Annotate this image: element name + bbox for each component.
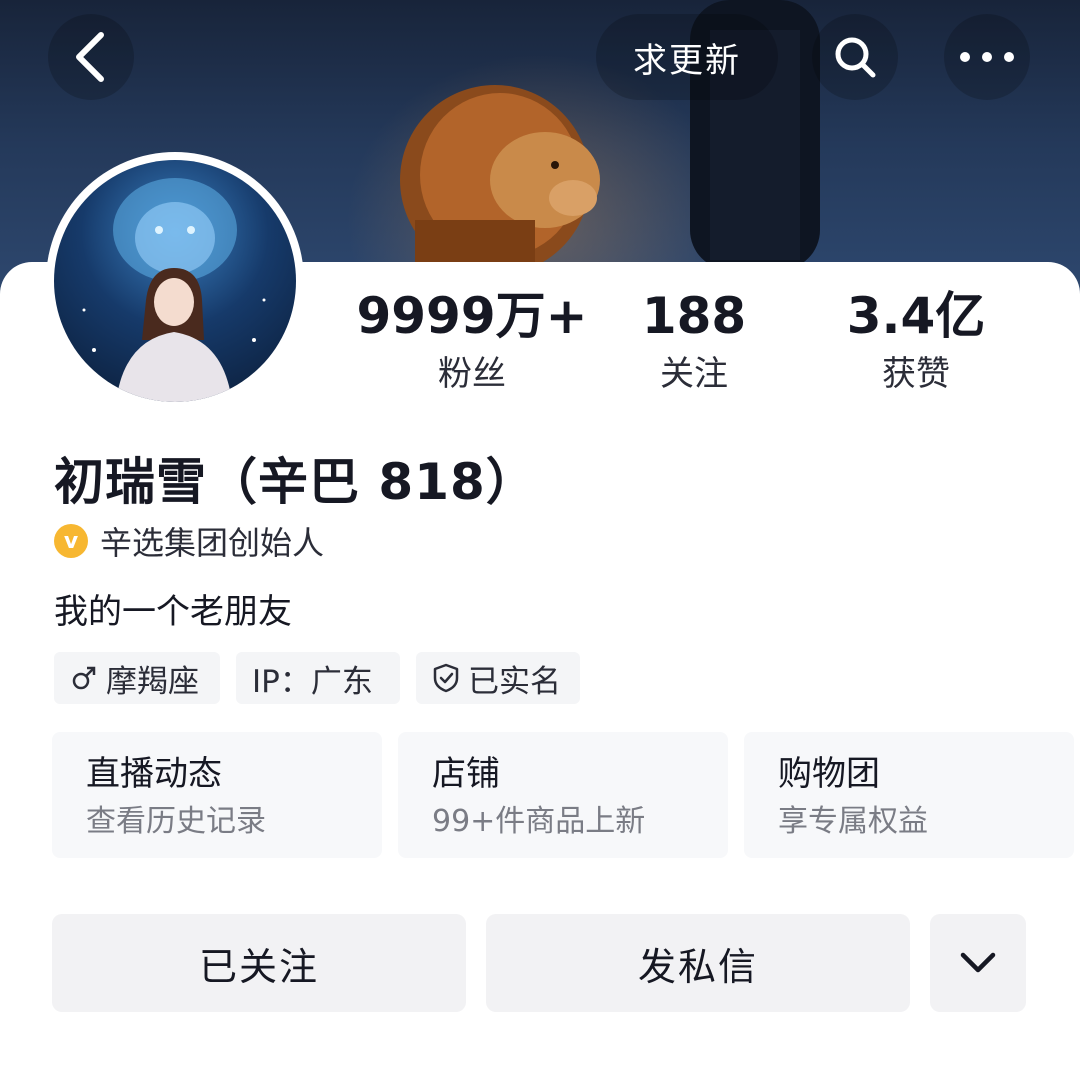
chevron-down-icon: [960, 952, 996, 973]
request-update-button[interactable]: 求更新: [596, 14, 778, 100]
tag-ip-location: IP：广东: [236, 652, 400, 704]
card-subtitle: 享专属权益: [778, 804, 928, 839]
likes-count: 3.4亿: [846, 287, 986, 345]
card-title: 直播动态: [86, 754, 222, 794]
stat-likes[interactable]: 3.4亿 获赞: [796, 284, 1036, 400]
chevron-left-icon: [76, 32, 104, 82]
search-icon: [835, 37, 876, 78]
card-shopping-group[interactable]: 购物团 享专属权益: [744, 732, 1074, 858]
male-icon: [72, 666, 96, 690]
following-count: 188: [641, 287, 747, 345]
likes-label: 获赞: [882, 354, 950, 394]
verified-text: 辛选集团创始人: [100, 524, 325, 562]
avatar-illustration: [82, 178, 266, 402]
verified-badge: v 辛选集团创始人: [54, 518, 324, 564]
ip-label: IP：广东: [252, 663, 373, 700]
zodiac-label: 摩羯座: [106, 663, 199, 700]
send-message-label: 发私信: [637, 944, 758, 989]
card-title: 购物团: [778, 754, 880, 794]
fans-label: 粉丝: [438, 354, 506, 394]
shield-check-icon: [433, 663, 459, 693]
card-title: 店铺: [432, 754, 500, 794]
profile-name: 初瑞雪（辛巴 818）: [54, 453, 537, 511]
followed-label: 已关注: [198, 944, 319, 989]
expand-button[interactable]: [930, 914, 1026, 1012]
tag-real-name: 已实名: [416, 652, 580, 704]
back-button[interactable]: [48, 14, 134, 100]
profile-bio: 我的一个老朋友: [54, 592, 292, 632]
send-message-button[interactable]: 发私信: [486, 914, 910, 1012]
card-shop[interactable]: 店铺 99+件商品上新: [398, 732, 728, 858]
stat-fans[interactable]: 9999万+ 粉丝: [352, 284, 592, 400]
more-button[interactable]: [944, 14, 1030, 100]
avatar-image: [54, 160, 296, 402]
lion-illustration: [400, 85, 600, 270]
following-label: 关注: [660, 354, 728, 394]
more-dots-icon: [960, 52, 1014, 62]
search-button[interactable]: [812, 14, 898, 100]
request-update-label: 求更新: [633, 40, 741, 81]
card-live-history[interactable]: 直播动态 查看历史记录: [52, 732, 382, 858]
fans-count: 9999万+: [356, 287, 588, 345]
real-name-label: 已实名: [468, 663, 561, 700]
stat-following[interactable]: 188 关注: [574, 284, 814, 400]
followed-button[interactable]: 已关注: [52, 914, 466, 1012]
card-subtitle: 99+件商品上新: [432, 804, 646, 839]
card-subtitle: 查看历史记录: [86, 804, 266, 839]
avatar[interactable]: [46, 152, 304, 410]
verified-v-icon: v: [54, 524, 88, 558]
tag-gender-zodiac: 摩羯座: [54, 652, 220, 704]
